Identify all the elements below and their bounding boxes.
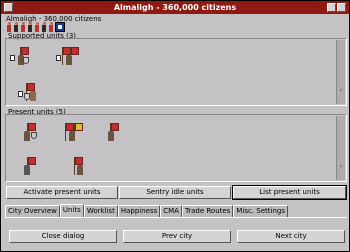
sentry-idle-units-button[interactable]: Sentry idle units bbox=[119, 186, 231, 199]
citizen-icon[interactable] bbox=[48, 22, 54, 32]
next-city-button[interactable]: Next city bbox=[237, 230, 345, 243]
present-units-panel: › bbox=[5, 114, 347, 182]
citizens-row bbox=[6, 22, 65, 32]
tab-worklist[interactable]: Worklist bbox=[83, 205, 118, 217]
specialist-icon[interactable] bbox=[55, 22, 65, 32]
activate-present-units-button[interactable]: Activate present units bbox=[6, 186, 118, 199]
tab-units[interactable]: Units bbox=[59, 204, 84, 217]
close-icon[interactable] bbox=[337, 3, 346, 12]
present-unit[interactable] bbox=[60, 121, 83, 143]
tab-trade-routes[interactable]: Trade Routes bbox=[181, 205, 234, 217]
present-scrollbar[interactable]: › bbox=[336, 116, 345, 180]
window-menu-icon[interactable] bbox=[4, 3, 13, 12]
prev-city-button[interactable]: Prev city bbox=[123, 230, 231, 243]
scroll-down-icon[interactable]: › bbox=[337, 86, 345, 95]
citizen-icon[interactable] bbox=[13, 22, 19, 32]
citizen-icon[interactable] bbox=[20, 22, 26, 32]
window-title: Almaligh - 360,000 citizens bbox=[113, 3, 237, 12]
supported-unit[interactable] bbox=[18, 81, 42, 103]
close-dialog-button[interactable]: Close dialog bbox=[9, 230, 117, 243]
tab-cma[interactable]: CMA bbox=[160, 205, 182, 217]
tab-happiness[interactable]: Happiness bbox=[117, 205, 161, 217]
shield-upkeep-icon bbox=[10, 55, 15, 61]
list-present-units-button[interactable]: List present units bbox=[232, 185, 347, 200]
shield-upkeep-icon bbox=[18, 91, 23, 97]
tab-divider bbox=[5, 217, 347, 218]
window-titlebar[interactable]: Almaligh - 360,000 citizens bbox=[1, 1, 349, 14]
city-dialog-window: Almaligh - 360,000 citizens Almaligh - 3… bbox=[0, 0, 350, 252]
citizen-icon[interactable] bbox=[34, 22, 40, 32]
shield-upkeep-icon bbox=[56, 55, 61, 61]
tab-misc-settings[interactable]: Misc. Settings bbox=[233, 205, 288, 217]
maximize-icon[interactable] bbox=[327, 3, 336, 12]
supported-unit[interactable] bbox=[10, 45, 34, 67]
present-unit[interactable] bbox=[68, 155, 90, 177]
citizen-icon[interactable] bbox=[6, 22, 12, 32]
citizen-icon[interactable] bbox=[41, 22, 47, 32]
supported-units-panel: › bbox=[5, 38, 347, 106]
tab-city-overview[interactable]: City Overview bbox=[5, 205, 60, 217]
notebook-tabs: City Overview Units Worklist Happiness C… bbox=[5, 204, 288, 217]
present-unit[interactable] bbox=[20, 121, 42, 143]
citizen-icon[interactable] bbox=[27, 22, 33, 32]
supported-unit[interactable] bbox=[56, 45, 80, 67]
scroll-down-icon[interactable]: › bbox=[337, 162, 345, 171]
supported-scrollbar[interactable]: › bbox=[336, 40, 345, 104]
present-unit[interactable] bbox=[20, 155, 42, 177]
present-unit[interactable] bbox=[102, 121, 124, 143]
